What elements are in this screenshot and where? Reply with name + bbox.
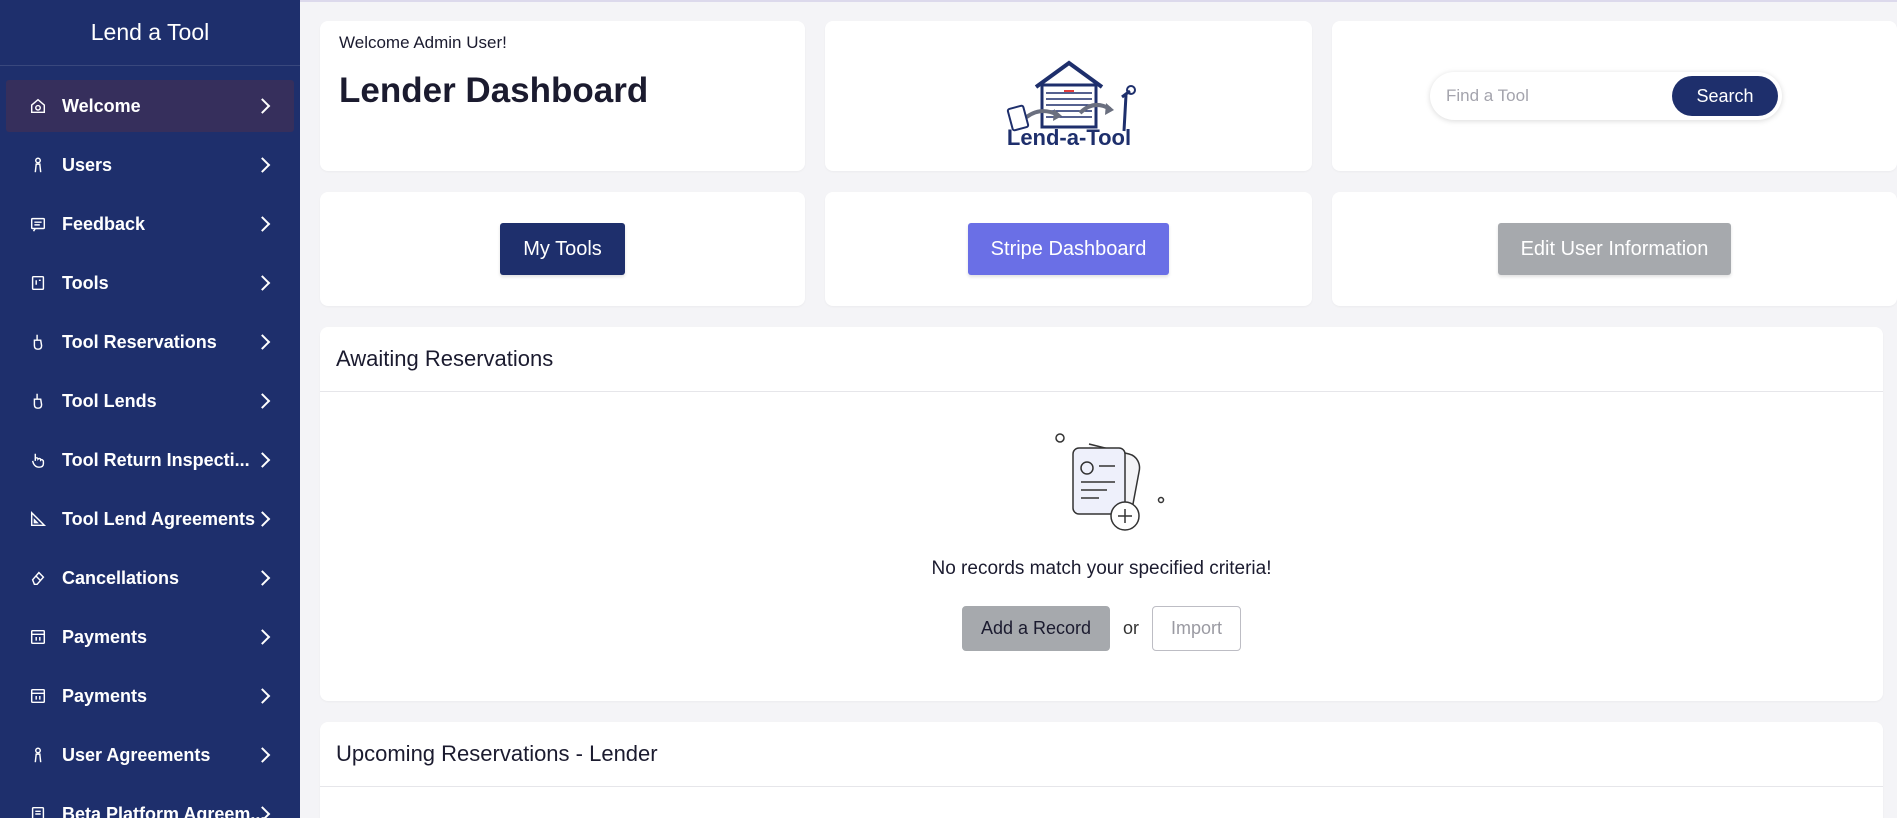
sidebar-item-beta-platform-agreements[interactable]: Beta Platform Agreem... (6, 788, 294, 818)
hand-tool-icon (28, 332, 48, 352)
my-tools-card: My Tools (320, 192, 805, 306)
page-title: Lender Dashboard (339, 71, 649, 110)
sidebar: Lend a Tool Welcome Users Feedback Tools… (0, 0, 300, 818)
eraser-icon (28, 568, 48, 588)
chevron-right-icon (254, 688, 271, 704)
sidebar-item-label: Payments (62, 626, 148, 647)
upcoming-reservations-panel: Upcoming Reservations - Lender (320, 722, 1883, 818)
welcome-message: Welcome Admin User! (339, 33, 507, 52)
sidebar-item-payments-2[interactable]: Payments (6, 670, 294, 722)
receipt-icon (28, 627, 48, 647)
sidebar-item-label: Welcome (62, 95, 141, 116)
sidebar-item-label: Tool Reservations (62, 331, 217, 352)
empty-state: No records match your specified criteria… (320, 392, 1883, 651)
import-button[interactable]: Import (1152, 606, 1242, 651)
sidebar-item-tool-lend-agreements[interactable]: Tool Lend Agreements (6, 493, 294, 545)
sidebar-item-label: Cancellations (62, 567, 180, 588)
sidebar-item-label: Payments (62, 685, 148, 706)
stripe-dashboard-button[interactable]: Stripe Dashboard (967, 223, 1170, 275)
lend-a-tool-logo: Lend-a-Tool (1006, 60, 1136, 150)
sidebar-item-label: Tools (62, 272, 109, 293)
sidebar-item-tool-reservations[interactable]: Tool Reservations (6, 316, 294, 368)
chevron-right-icon (254, 275, 271, 291)
search-button[interactable]: Search (1672, 76, 1778, 116)
receipt-icon (28, 686, 48, 706)
add-record-button[interactable]: Add a Record (961, 606, 1111, 651)
chevron-right-icon (254, 747, 271, 763)
home-gear-icon (28, 96, 48, 116)
panel-title: Awaiting Reservations (320, 327, 1883, 392)
hand-pointer-icon (28, 450, 48, 470)
chevron-right-icon (254, 216, 271, 232)
sidebar-item-tools[interactable]: Tools (6, 257, 294, 309)
edit-user-card: Edit User Information (1332, 192, 1897, 306)
person-icon (28, 745, 48, 765)
sidebar-item-cancellations[interactable]: Cancellations (6, 552, 294, 604)
chevron-right-icon (254, 334, 271, 350)
awaiting-reservations-panel: Awaiting Reservations No records match y… (320, 327, 1883, 701)
sidebar-item-label: Tool Lends (62, 390, 157, 411)
sidebar-item-welcome[interactable]: Welcome (6, 80, 294, 132)
empty-record-illustration (1054, 433, 1164, 531)
sidebar-item-label: Beta Platform Agreem... (62, 803, 266, 818)
logo-text: Lend-a-Tool (1006, 125, 1130, 150)
chevron-right-icon (254, 452, 271, 468)
stripe-card: Stripe Dashboard (825, 192, 1312, 306)
hand-tool-icon (28, 391, 48, 411)
sidebar-item-label: Feedback (62, 213, 146, 234)
sidebar-item-label: Tool Lend Agreements (62, 508, 256, 529)
sidebar-item-label: Tool Return Inspecti... (62, 449, 250, 470)
search-box: Search (1430, 72, 1782, 120)
main-content: Welcome Admin User! Lender Dashboard Len… (300, 0, 1897, 818)
document-icon (28, 804, 48, 818)
my-tools-button[interactable]: My Tools (500, 223, 625, 275)
chevron-right-icon (254, 157, 271, 173)
chevron-right-icon (254, 570, 271, 586)
chevron-right-icon (254, 98, 271, 114)
sidebar-item-user-agreements[interactable]: User Agreements (6, 729, 294, 781)
tool-box-icon (28, 273, 48, 293)
empty-message: No records match your specified criteria… (931, 558, 1272, 579)
person-icon (28, 155, 48, 175)
sidebar-item-tool-lends[interactable]: Tool Lends (6, 375, 294, 427)
sidebar-item-payments[interactable]: Payments (6, 611, 294, 663)
search-card: Search (1332, 21, 1897, 171)
or-separator: or (1123, 618, 1140, 638)
chevron-right-icon (254, 511, 271, 527)
empty-actions: Add a Record or Import (961, 606, 1242, 651)
top-divider (300, 0, 1897, 2)
sidebar-item-label: User Agreements (62, 744, 211, 765)
sidebar-item-users[interactable]: Users (6, 139, 294, 191)
sidebar-item-feedback[interactable]: Feedback (6, 198, 294, 250)
chevron-right-icon (254, 393, 271, 409)
panel-title: Upcoming Reservations - Lender (320, 722, 1883, 787)
welcome-card: Welcome Admin User! Lender Dashboard (320, 21, 805, 171)
search-input[interactable] (1446, 86, 1672, 106)
edit-user-information-button[interactable]: Edit User Information (1497, 223, 1732, 275)
logo-card: Lend-a-Tool (825, 21, 1312, 171)
chevron-right-icon (254, 629, 271, 645)
ruler-triangle-icon (28, 509, 48, 529)
feedback-icon (28, 214, 48, 234)
sidebar-item-label: Users (62, 154, 113, 175)
sidebar-item-tool-return-inspections[interactable]: Tool Return Inspecti... (6, 434, 294, 486)
app-brand[interactable]: Lend a Tool (0, 0, 300, 66)
sidebar-nav: Welcome Users Feedback Tools Tool Reserv… (0, 66, 300, 818)
